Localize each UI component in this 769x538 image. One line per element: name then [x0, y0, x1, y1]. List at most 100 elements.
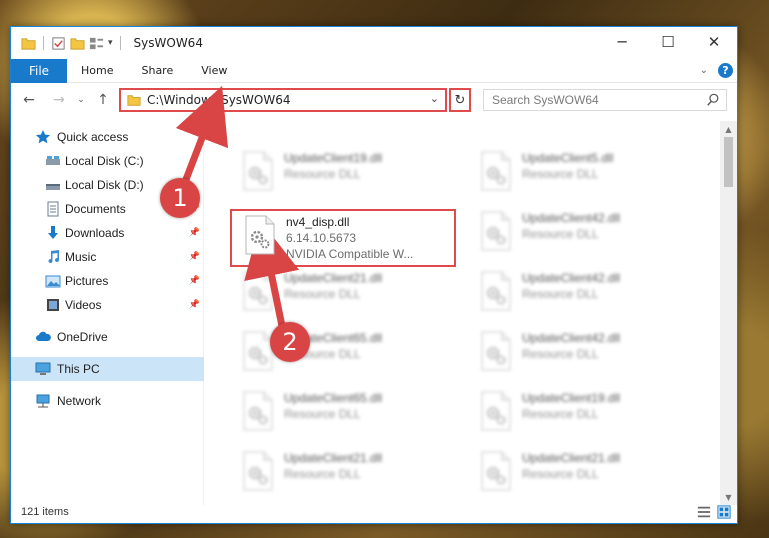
file-description: NVIDIA Compatible W... [286, 247, 414, 261]
file-item[interactable]: UpdateClient5.dll Resource DLL [474, 145, 694, 197]
new-folder-icon[interactable] [70, 36, 85, 51]
file-name: UpdateClient42.dll [522, 211, 621, 225]
back-arrow-icon[interactable]: ← [19, 90, 39, 110]
tab-home[interactable]: Home [67, 64, 127, 77]
file-item[interactable]: UpdateClient21.dll Resource DLL [236, 445, 456, 497]
computer-icon [35, 362, 51, 375]
sidebar-item-downloads[interactable]: Downloads 📌 [11, 221, 204, 245]
tab-share[interactable]: Share [127, 64, 187, 77]
file-type: Resource DLL [522, 227, 599, 241]
address-history-chevron-icon[interactable]: ⌄ [430, 92, 439, 105]
help-icon[interactable]: ? [718, 63, 733, 78]
dll-file-icon [481, 451, 511, 491]
file-item[interactable]: UpdateClient42.dll Resource DLL [474, 205, 694, 257]
tiles-view-icon[interactable] [717, 505, 731, 519]
sidebar-item-music[interactable]: Music 📌 [11, 245, 204, 269]
file-name: UpdateClient65.dll [284, 391, 383, 405]
forward-arrow-icon[interactable]: → [49, 90, 69, 110]
folder-icon [127, 95, 141, 106]
file-item-highlighted[interactable]: nv4_disp.dll 6.14.10.5673 NVIDIA Compatibl… [238, 209, 458, 261]
videos-icon [47, 299, 59, 311]
dll-file-icon [243, 451, 273, 491]
sidebar-item-onedrive[interactable]: OneDrive [11, 325, 204, 349]
scrollbar-thumb[interactable] [724, 137, 733, 187]
sidebar-item-quick-access[interactable]: Quick access [11, 125, 204, 149]
pin-icon[interactable]: 📌 [189, 252, 200, 262]
file-type: Resource DLL [284, 167, 361, 181]
dll-file-icon [243, 391, 273, 431]
address-bar[interactable]: C:\Windows\SysWOW64 ⌄ [119, 88, 447, 112]
sidebar-item-network[interactable]: Network [11, 389, 204, 413]
navigation-bar: ← → ⌄ ↑ C:\Windows\SysWOW64 ⌄ ↻ Search S… [11, 87, 737, 115]
dll-file-icon [481, 331, 511, 371]
file-type: Resource DLL [284, 407, 361, 421]
details-view-icon[interactable] [697, 505, 711, 519]
file-type: Resource DLL [284, 287, 361, 301]
dll-file-icon [243, 331, 273, 371]
annotation-callout-1: 1 [160, 178, 200, 218]
up-arrow-icon[interactable]: ↑ [93, 90, 113, 110]
maximize-button[interactable]: ☐ [645, 27, 691, 57]
customize-toolbar-chevron-icon[interactable]: ▾ [108, 38, 113, 48]
sidebar-item-local-disk-c[interactable]: Local Disk (C:) [11, 149, 204, 173]
file-version: 6.14.10.5673 [286, 231, 357, 245]
file-type: Resource DLL [522, 467, 599, 481]
dll-file-icon [243, 271, 273, 311]
properties-icon[interactable] [51, 36, 66, 51]
search-icon[interactable] [706, 93, 720, 107]
sidebar-item-label: This PC [57, 362, 100, 376]
title-bar: ▾ SysWOW64 ─ ☐ ✕ [11, 27, 737, 59]
view-options-icon[interactable] [89, 36, 104, 51]
sidebar-item-this-pc[interactable]: This PC [11, 357, 204, 381]
file-item[interactable]: UpdateClient19.dll Resource DLL [236, 145, 456, 197]
file-item[interactable]: UpdateClient65.dll Resource DLL [236, 325, 456, 377]
file-name: UpdateClient21.dll [284, 271, 383, 285]
status-bar: 121 items [11, 501, 737, 523]
file-item[interactable]: UpdateClient21.dll Resource DLL [236, 265, 456, 317]
file-item[interactable]: UpdateClient42.dll Resource DLL [474, 265, 694, 317]
vertical-scrollbar[interactable]: ▲ ▼ [720, 121, 737, 505]
minimize-button[interactable]: ─ [599, 27, 645, 57]
toolbar-separator [119, 36, 121, 50]
search-placeholder: Search SysWOW64 [492, 93, 599, 107]
dll-file-icon [481, 391, 511, 431]
network-icon [36, 394, 50, 408]
file-item[interactable]: UpdateClient21.dll Resource DLL [474, 445, 694, 497]
dll-file-icon [481, 271, 511, 311]
scroll-up-arrow-icon[interactable]: ▲ [720, 121, 737, 137]
file-item[interactable]: UpdateClient65.dll Resource DLL [236, 385, 456, 437]
dll-file-icon [243, 151, 273, 191]
search-input[interactable]: Search SysWOW64 [483, 89, 727, 111]
sidebar-item-pictures[interactable]: Pictures 📌 [11, 269, 204, 293]
file-name: UpdateClient5.dll [522, 151, 614, 165]
sidebar-item-label: Music [65, 250, 97, 264]
dll-file-icon [481, 151, 511, 191]
file-name: UpdateClient42.dll [522, 271, 621, 285]
star-icon [35, 130, 51, 144]
pin-icon[interactable]: 📌 [189, 276, 200, 286]
address-path: C:\Windows\SysWOW64 [147, 93, 291, 107]
dll-file-icon [481, 211, 511, 251]
dll-file-icon [245, 215, 275, 255]
pin-icon[interactable]: 📌 [189, 300, 200, 310]
refresh-button[interactable]: ↻ [449, 88, 471, 112]
quick-access-toolbar: ▾ [21, 36, 124, 51]
file-list: UpdateClient19.dll Resource DLL nv4_disp.d… [208, 121, 722, 505]
file-item[interactable]: UpdateClient19.dll Resource DLL [474, 385, 694, 437]
expand-ribbon-chevron-icon[interactable]: ⌄ [700, 65, 708, 76]
sidebar-item-label: Network [57, 394, 102, 408]
file-type: Resource DLL [522, 287, 599, 301]
cloud-icon [36, 331, 51, 341]
file-item[interactable]: UpdateClient42.dll Resource DLL [474, 325, 694, 377]
pin-icon[interactable]: 📌 [189, 228, 200, 238]
file-name: UpdateClient19.dll [522, 391, 621, 405]
file-tab[interactable]: File [11, 58, 67, 83]
recent-locations-chevron-icon[interactable]: ⌄ [71, 90, 91, 110]
sidebar-item-videos[interactable]: Videos 📌 [11, 293, 204, 317]
refresh-icon: ↻ [454, 92, 466, 108]
annotation-callout-2: 2 [270, 322, 310, 362]
tab-view[interactable]: View [187, 64, 241, 77]
file-type: Resource DLL [522, 407, 599, 421]
close-button[interactable]: ✕ [691, 27, 737, 57]
download-icon [48, 226, 58, 239]
